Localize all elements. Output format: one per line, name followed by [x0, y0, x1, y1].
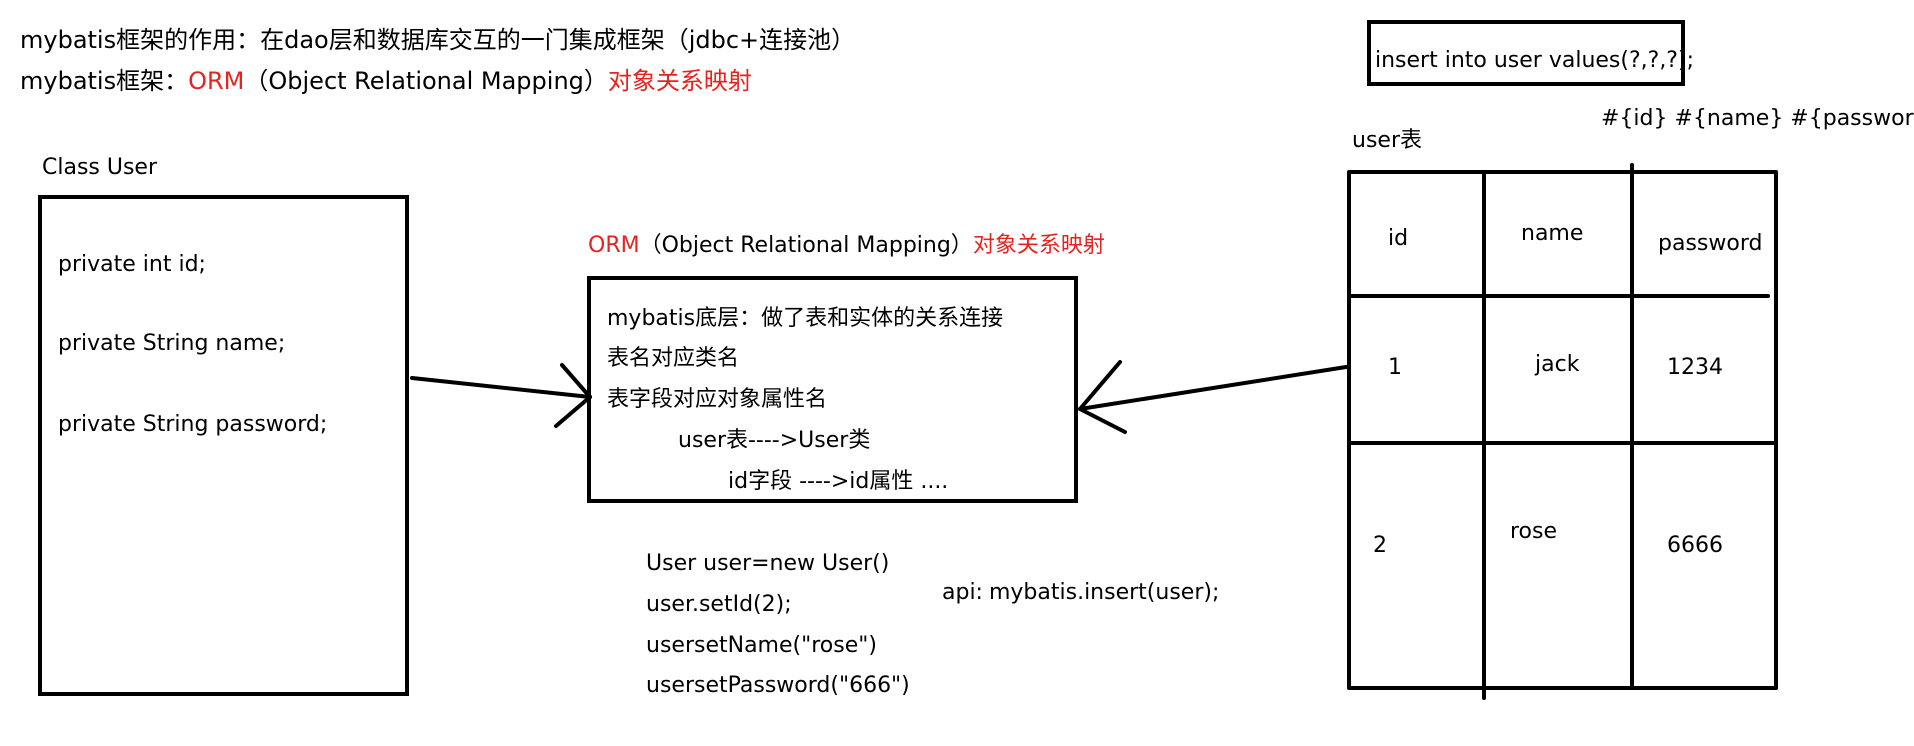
- table-cell-2-id: 2: [1373, 533, 1387, 558]
- api-call: api: mybatis.insert(user);: [942, 582, 1219, 604]
- class-field-name: private String name;: [58, 331, 286, 356]
- code-line-1: User user=new User(): [646, 551, 890, 576]
- orm-line-2: 表名对应类名: [607, 346, 740, 371]
- arrow-class-to-orm-head: [554, 363, 592, 428]
- table-cell-1-id: 1: [1388, 355, 1402, 380]
- table-caption: user表: [1352, 128, 1422, 153]
- arrow-class-to-orm-shaft: [410, 376, 592, 399]
- orm-header-full: （Object Relational Mapping）: [639, 233, 973, 258]
- table-cell-2-password: 6666: [1667, 533, 1723, 558]
- intro-orm-chinese: 对象关系映射: [607, 67, 752, 95]
- sql-params: #{id} #{name} #{password}: [1601, 106, 1914, 131]
- orm-line-3: 表字段对应对象属性名: [607, 387, 828, 412]
- intro-orm-full: （Object Relational Mapping）: [244, 67, 608, 95]
- table-header-id: id: [1388, 226, 1409, 251]
- sql-statement: insert into user values(?,?,?);: [1375, 48, 1694, 73]
- class-field-id: private int id;: [58, 252, 206, 277]
- orm-header-chinese: 对象关系映射: [972, 233, 1105, 258]
- intro-line-2-prefix: mybatis框架：: [20, 67, 189, 95]
- intro-line-1: mybatis框架的作用：在dao层和数据库交互的一门集成框架（jdbc+连接池…: [20, 26, 856, 54]
- class-field-password: private String password;: [58, 412, 328, 437]
- class-user-title: Class User: [42, 155, 158, 180]
- code-line-4: usersetPassword("666"): [646, 673, 910, 698]
- table-cell-2-name: rose: [1510, 519, 1558, 544]
- table-header-name: name: [1521, 221, 1584, 246]
- orm-box-header: ORM（Object Relational Mapping）对象关系映射: [588, 235, 1105, 257]
- code-line-3: usersetName("rose"): [646, 633, 877, 658]
- orm-line-1: mybatis底层：做了表和实体的关系连接: [607, 306, 1004, 331]
- arrow-table-to-orm-shaft: [1078, 365, 1348, 411]
- api-call-text: mybatis.insert(user);: [988, 580, 1220, 605]
- table-cell-1-name: jack: [1535, 352, 1580, 377]
- intro-orm-acronym: ORM: [188, 67, 245, 95]
- api-label: api:: [942, 580, 983, 605]
- table-cell-1-password: 1234: [1667, 355, 1723, 380]
- orm-header-acronym: ORM: [588, 233, 640, 258]
- orm-line-5: id字段 ---->id属性 ....: [728, 469, 949, 494]
- intro-line-2: mybatis框架：ORM（Object Relational Mapping）…: [20, 69, 752, 93]
- arrow-table-to-orm-head: [1078, 360, 1127, 434]
- code-line-2: user.setId(2);: [646, 592, 792, 617]
- table-header-password: password: [1658, 231, 1763, 256]
- orm-line-4: user表---->User类: [678, 428, 871, 453]
